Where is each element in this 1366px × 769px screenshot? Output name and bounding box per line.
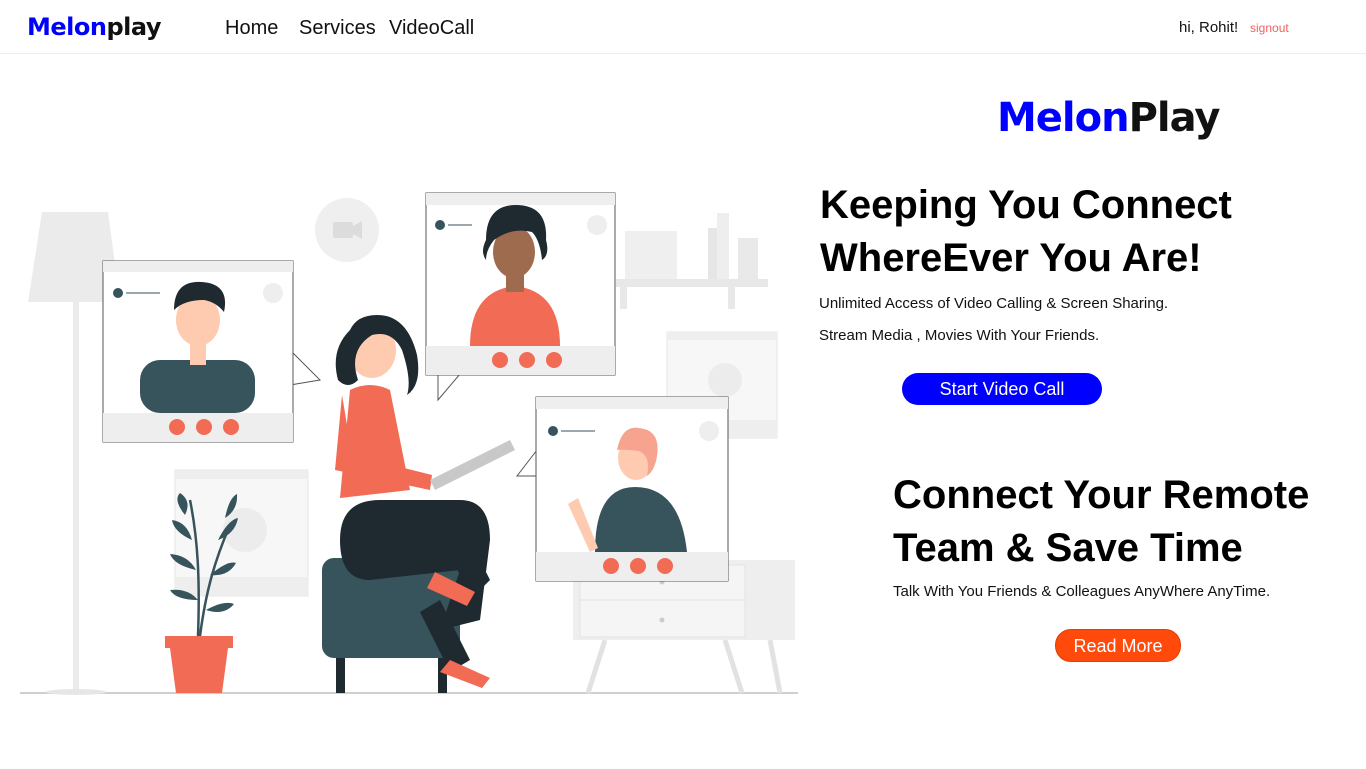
- camera-badge-icon: [315, 198, 379, 262]
- nav-link-services[interactable]: Services: [299, 17, 376, 40]
- video-call-illustration: [20, 192, 798, 695]
- signout-link[interactable]: signout: [1250, 21, 1289, 35]
- brand-logo-part2: play: [106, 13, 161, 41]
- start-video-call-button[interactable]: Start Video Call: [902, 373, 1102, 405]
- nav-link-home[interactable]: Home: [225, 17, 278, 40]
- headline-primary: Keeping You Connect WhereEver You Are!: [820, 179, 1232, 285]
- video-window-woman-waving: [515, 396, 729, 582]
- brand-logo-part1: Melon: [27, 13, 107, 41]
- headline-primary-line2: WhereEver You Are!: [820, 236, 1202, 280]
- hero-logo: MelonPlay: [997, 95, 1221, 141]
- hero-logo-part1: Melon: [997, 95, 1130, 141]
- headline-secondary: Connect Your Remote Team & Save Time: [893, 469, 1309, 575]
- navbar: Melonplay Home Services VideoCall hi, Ro…: [0, 0, 1366, 54]
- user-greeting: hi, Rohit!: [1179, 19, 1239, 36]
- tagline-colleagues: Talk With You Friends & Colleagues AnyWh…: [893, 583, 1271, 600]
- headline-secondary-line1: Connect Your Remote: [893, 473, 1310, 517]
- headline-primary-line1: Keeping You Connect: [820, 183, 1232, 227]
- tagline-stream-media: Stream Media , Movies With Your Friends.: [819, 327, 1100, 344]
- headline-secondary-line2: Team & Save Time: [893, 526, 1243, 570]
- brand-logo[interactable]: Melonplay: [27, 13, 161, 41]
- read-more-button[interactable]: Read More: [1055, 629, 1181, 662]
- video-window-curly-man: [425, 192, 616, 402]
- video-window-man: [102, 260, 322, 443]
- wall-shelf: [616, 213, 768, 309]
- tagline-video-calling: Unlimited Access of Video Calling & Scre…: [819, 295, 1169, 312]
- nav-link-videocall[interactable]: VideoCall: [389, 17, 474, 40]
- hero-logo-part2: Play: [1128, 95, 1221, 141]
